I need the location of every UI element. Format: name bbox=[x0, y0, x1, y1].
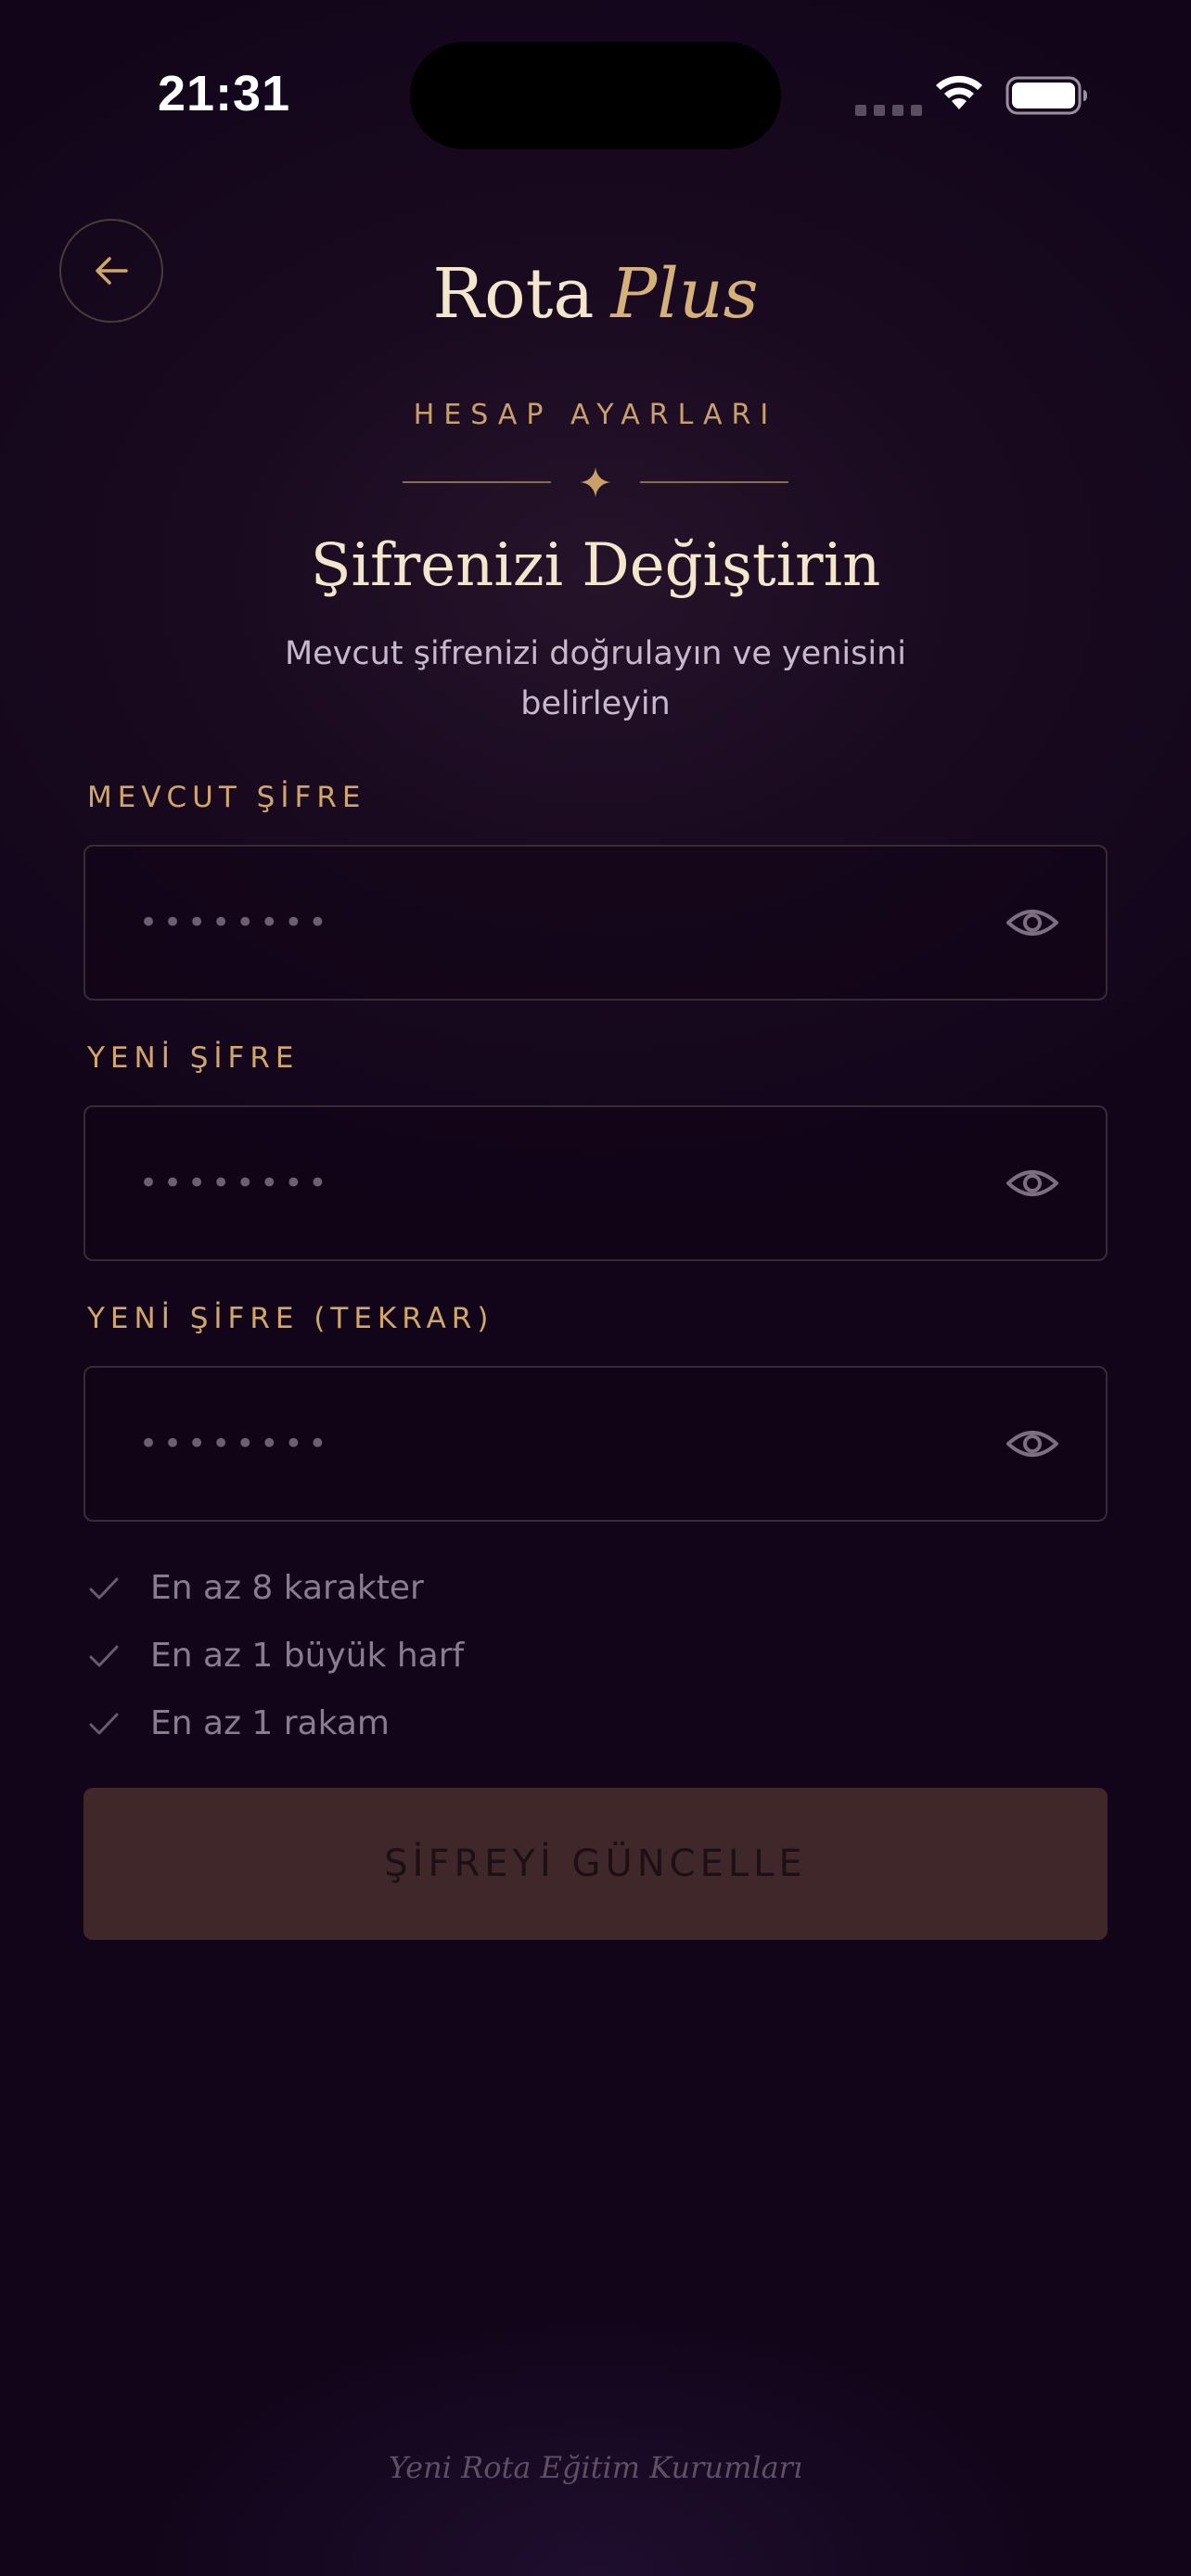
current-password-value: •••••••• bbox=[139, 904, 333, 941]
sparkle-icon bbox=[581, 467, 610, 497]
requirement-label: En az 1 rakam bbox=[150, 1704, 390, 1742]
check-icon bbox=[89, 1577, 119, 1599]
new-password-field[interactable]: •••••••• bbox=[83, 1105, 1108, 1261]
eye-icon[interactable] bbox=[1005, 1425, 1059, 1462]
section-eyebrow: HESAP AYARLARI bbox=[413, 399, 778, 431]
battery-icon bbox=[1005, 76, 1087, 115]
app-logo: Rota Plus bbox=[0, 260, 1191, 328]
check-icon bbox=[89, 1645, 119, 1666]
cellular-signal-icon bbox=[855, 105, 922, 116]
wifi-icon bbox=[936, 75, 982, 109]
requirement-label: En az 1 büyük harf bbox=[150, 1637, 465, 1675]
confirm-password-value: •••••••• bbox=[139, 1425, 333, 1462]
eye-icon[interactable] bbox=[1005, 904, 1059, 941]
status-time: 21:31 bbox=[158, 66, 291, 121]
current-password-field[interactable]: •••••••• bbox=[83, 845, 1108, 1001]
check-icon bbox=[89, 1713, 119, 1734]
sparkle-divider bbox=[403, 467, 788, 497]
confirm-password-field[interactable]: •••••••• bbox=[83, 1366, 1108, 1522]
page-subtitle: Mevcut şifrenizi doğrulayın ve yenisini … bbox=[284, 635, 906, 722]
page-title: Şifrenizi Değiştirin bbox=[310, 531, 881, 600]
footer-text: Yeni Rota Eğitim Kurumları bbox=[388, 2450, 803, 2485]
current-password-label: MEVCUT ŞİFRE bbox=[87, 781, 366, 814]
logo-accent: Plus bbox=[610, 254, 759, 334]
requirement-item: En az 8 karakter bbox=[87, 1569, 424, 1607]
update-password-button[interactable]: ŞİFREYİ GÜNCELLE bbox=[83, 1788, 1108, 1940]
requirement-item: En az 1 büyük harf bbox=[87, 1637, 464, 1675]
logo-main: Rota bbox=[432, 254, 595, 334]
confirm-password-label: YENİ ŞİFRE (TEKRAR) bbox=[87, 1302, 494, 1335]
requirement-label: En az 8 karakter bbox=[150, 1569, 424, 1607]
requirement-item: En az 1 rakam bbox=[87, 1704, 390, 1742]
status-bar: 21:31 bbox=[0, 0, 1191, 185]
background-glow bbox=[0, 2020, 1191, 2576]
new-password-value: •••••••• bbox=[139, 1165, 333, 1202]
eye-icon[interactable] bbox=[1005, 1165, 1059, 1202]
new-password-label: YENİ ŞİFRE bbox=[87, 1041, 300, 1075]
dynamic-island bbox=[410, 42, 781, 149]
